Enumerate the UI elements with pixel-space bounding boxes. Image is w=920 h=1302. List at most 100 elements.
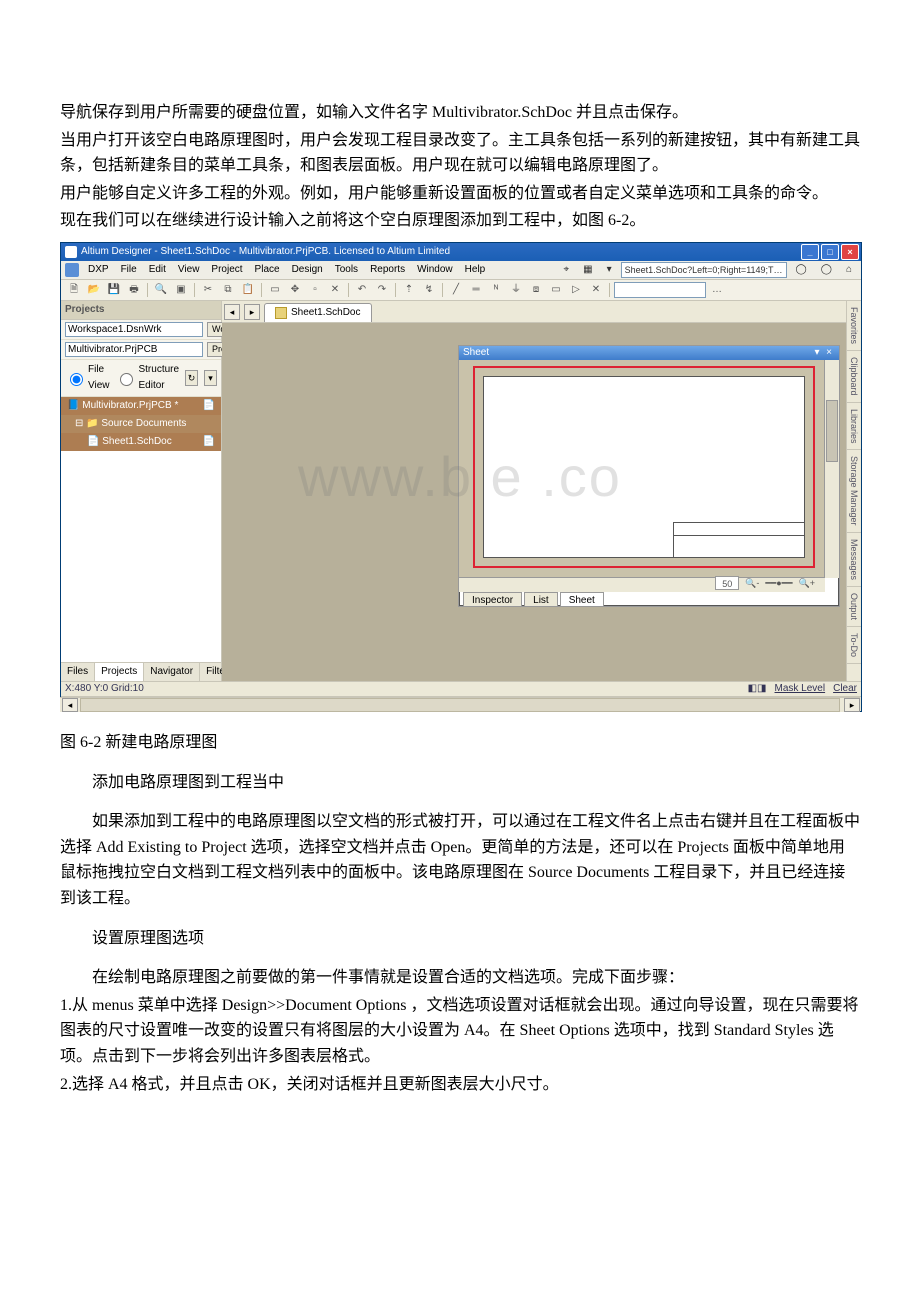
right-tab-messages[interactable]: Messages: [847, 533, 861, 587]
right-tab-clipboard[interactable]: Clipboard: [847, 351, 861, 403]
sheet-tab-list[interactable]: List: [524, 592, 558, 606]
sheet-close-icon[interactable]: ×: [823, 345, 835, 361]
copy-icon[interactable]: ⧉: [219, 281, 237, 299]
tab-nav-back-icon[interactable]: ◂: [224, 304, 240, 320]
sheet-symbol-icon[interactable]: ▭: [547, 281, 565, 299]
right-tab-storage[interactable]: Storage Manager: [847, 450, 861, 533]
panel-header[interactable]: Projects: [61, 301, 221, 320]
right-tab-favorites[interactable]: Favorites: [847, 301, 861, 351]
move-icon[interactable]: ✥: [286, 281, 304, 299]
menu-view[interactable]: View: [173, 261, 205, 279]
hierarchy-up-icon[interactable]: ⇡: [400, 281, 418, 299]
hscroll-right-icon[interactable]: ▸: [844, 698, 860, 712]
document-tab[interactable]: Sheet1.SchDoc: [264, 303, 372, 322]
minimize-button[interactable]: _: [801, 244, 819, 260]
sheet-dropdown-icon[interactable]: ▾: [811, 345, 823, 361]
cut-icon[interactable]: ✂: [199, 281, 217, 299]
tree-folder-node[interactable]: ⊟ 📁 Source Documents: [61, 415, 221, 433]
tool-icon[interactable]: ▦: [578, 261, 597, 279]
noerec-icon[interactable]: ✕: [587, 281, 605, 299]
new-icon[interactable]: 🗎: [65, 281, 83, 299]
menu-reports[interactable]: Reports: [365, 261, 410, 279]
save-icon[interactable]: 💾: [105, 281, 123, 299]
open-icon[interactable]: 📂: [85, 281, 103, 299]
home-icon[interactable]: ⌂: [841, 261, 857, 279]
select-icon[interactable]: ▭: [266, 281, 284, 299]
zoom-value[interactable]: 50: [715, 576, 739, 590]
maximize-button[interactable]: □: [821, 244, 839, 260]
close-button[interactable]: ×: [841, 244, 859, 260]
tree-project-node[interactable]: 📘 Multivibrator.PrjPCB * 📄: [61, 397, 221, 415]
browse-icon[interactable]: …: [708, 281, 726, 299]
menu-help[interactable]: Help: [460, 261, 491, 279]
main-toolbar[interactable]: 🗎 📂 💾 🖶 🔍 ▣ ✂ ⧉ 📋 ▭ ✥ ▫ ✕ ↶ ↷: [61, 280, 861, 301]
vertical-scrollbar[interactable]: [824, 360, 839, 578]
list-item: 2.选择 A4 格式，并且点击 OK，关闭对话框并且更新图表层大小尺寸。: [60, 1072, 860, 1098]
workspace-field[interactable]: [65, 322, 203, 337]
bus-icon[interactable]: ═: [467, 281, 485, 299]
zoom-in-icon[interactable]: 🔍+: [799, 576, 815, 590]
sheet-tab-sheet[interactable]: Sheet: [560, 592, 604, 606]
panel-tab-projects[interactable]: Projects: [95, 663, 144, 681]
menubar[interactable]: DXP File Edit View Project Place Design …: [61, 261, 861, 280]
status-mask-level[interactable]: Mask Level: [775, 681, 826, 697]
editor-canvas[interactable]: Sheet ▾ ×: [222, 323, 846, 681]
zoom-slider[interactable]: ━━●━━: [765, 576, 792, 590]
clear-icon[interactable]: ✕: [326, 281, 344, 299]
nav-fwd-icon[interactable]: ◯: [816, 261, 837, 279]
menu-design[interactable]: Design: [287, 261, 328, 279]
menu-place[interactable]: Place: [250, 261, 285, 279]
panel-tab-navigator[interactable]: Navigator: [144, 663, 200, 681]
print-icon[interactable]: 🖶: [125, 281, 143, 299]
sheet-tab-inspector[interactable]: Inspector: [463, 592, 522, 606]
toolbar-combo[interactable]: [614, 282, 706, 298]
port-icon[interactable]: ▷: [567, 281, 585, 299]
menu-dxp[interactable]: DXP: [83, 261, 114, 279]
dxp-icon[interactable]: [65, 263, 79, 277]
mask-icon[interactable]: ◧◨: [748, 681, 767, 697]
right-tab-todo[interactable]: To-Do: [847, 627, 861, 664]
zoom-area-icon[interactable]: 🔍: [152, 281, 170, 299]
document-path-box[interactable]: Sheet1.SchDoc?Left=0;Right=1149;T…: [621, 262, 787, 278]
part-icon[interactable]: ⧈: [527, 281, 545, 299]
menu-edit[interactable]: Edit: [144, 261, 171, 279]
nav-back-icon[interactable]: ◯: [791, 261, 812, 279]
project-tree[interactable]: 📘 Multivibrator.PrjPCB * 📄 ⊟ 📁 Source Do…: [61, 397, 221, 662]
hscroll-left-icon[interactable]: ◂: [62, 698, 78, 712]
sheet-canvas[interactable]: [459, 360, 825, 578]
right-panel-tabs[interactable]: Favorites Clipboard Libraries Storage Ma…: [846, 301, 861, 681]
menu-file[interactable]: File: [116, 261, 142, 279]
zoom-out-icon[interactable]: 🔍-: [745, 576, 759, 590]
panel-menu-icon[interactable]: ▾: [204, 370, 217, 386]
menu-window[interactable]: Window: [412, 261, 458, 279]
hscroll-track[interactable]: [80, 698, 840, 712]
menu-project[interactable]: Project: [206, 261, 247, 279]
status-coords: X:480 Y:0 Grid:10: [65, 681, 144, 697]
menu-tools[interactable]: Tools: [330, 261, 363, 279]
deselect-icon[interactable]: ▫: [306, 281, 324, 299]
file-view-radio[interactable]: File View: [65, 362, 109, 394]
tree-doc-node[interactable]: 📄 Sheet1.SchDoc 📄: [61, 433, 221, 451]
sheet-viewport[interactable]: Sheet ▾ ×: [458, 345, 840, 607]
right-tab-output[interactable]: Output: [847, 587, 861, 627]
window-titlebar[interactable]: Altium Designer - Sheet1.SchDoc - Multiv…: [61, 243, 861, 261]
panel-bottom-tabs[interactable]: Files Projects Navigator Filter: [61, 662, 221, 681]
power-icon[interactable]: ⏚: [507, 281, 525, 299]
tool-icon[interactable]: ⌖: [558, 261, 574, 279]
panel-tab-files[interactable]: Files: [61, 663, 95, 681]
refresh-icon[interactable]: ↻: [185, 370, 198, 386]
structure-editor-radio[interactable]: Structure Editor: [115, 362, 179, 394]
undo-icon[interactable]: ↶: [353, 281, 371, 299]
redo-icon[interactable]: ↷: [373, 281, 391, 299]
tab-nav-fwd-icon[interactable]: ▸: [244, 304, 260, 320]
project-field[interactable]: [65, 342, 203, 357]
paste-icon[interactable]: 📋: [239, 281, 257, 299]
right-tab-libraries[interactable]: Libraries: [847, 403, 861, 451]
zoom-fit-icon[interactable]: ▣: [172, 281, 190, 299]
status-clear[interactable]: Clear: [833, 681, 857, 697]
cross-probe-icon[interactable]: ↯: [420, 281, 438, 299]
tool-dropdown-icon[interactable]: ▾: [602, 261, 617, 279]
netlabel-icon[interactable]: ᴺ: [487, 281, 505, 299]
wire-icon[interactable]: ╱: [447, 281, 465, 299]
paragraph: 现在我们可以在继续进行设计输入之前将这个空白原理图添加到工程中，如图 6-2。: [60, 208, 860, 234]
